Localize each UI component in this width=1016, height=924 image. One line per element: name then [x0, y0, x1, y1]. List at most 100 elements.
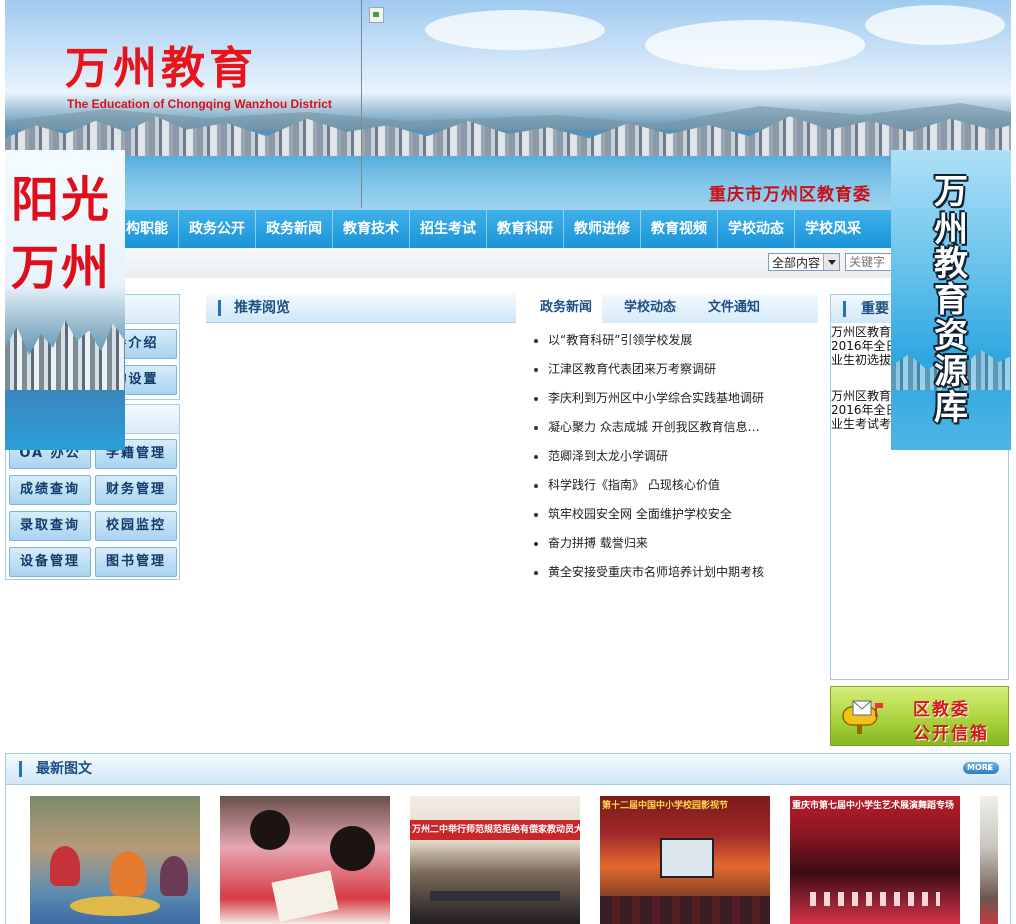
education-resource-ad[interactable]: 万 州 教 育 资 源 库	[891, 150, 1011, 450]
bullet-icon	[534, 454, 538, 459]
bullet-icon	[534, 367, 538, 372]
ad-right-char: 万	[934, 172, 968, 212]
news-item[interactable]: 江津区教育代表团来万考察调研	[534, 360, 716, 377]
news-item[interactable]: 科学践行《指南》 凸现核心价值	[534, 476, 720, 493]
news-item-label: 李庆利到万州区中小学综合实践基地调研	[548, 391, 765, 405]
news-item[interactable]: 凝心聚力 众志成城 开创我区教育信息…	[534, 418, 760, 435]
nav-item-functions[interactable]: 构职能	[116, 210, 179, 248]
banner-divider	[361, 0, 362, 208]
photo-figure	[660, 838, 714, 878]
photo-caption: 重庆市第七届中小学生艺术展演舞蹈专场	[792, 801, 955, 811]
site-logo-subtitle: The Education of Chongqing Wanzhou Distr…	[67, 97, 332, 111]
section-bar-icon	[843, 301, 846, 317]
news-item[interactable]: 李庆利到万州区中小学综合实践基地调研	[534, 389, 764, 406]
public-mailbox-banner[interactable]: 区教委 公开信箱	[830, 686, 1009, 746]
photo-figure	[271, 870, 339, 922]
bullet-icon	[534, 512, 538, 517]
news-item-label: 科学践行《指南》 凸现核心价值	[548, 478, 720, 492]
mailbox-icon	[842, 700, 883, 734]
search-scope-select[interactable]: 全部内容	[768, 253, 840, 271]
ad-right-char: 州	[934, 210, 968, 250]
tab-gov-news[interactable]: 政务新闻	[530, 294, 602, 325]
ad-right-char: 库	[934, 388, 968, 428]
news-item-label: 江津区教育代表团来万考察调研	[548, 362, 717, 376]
cloud-decoration	[865, 5, 1005, 45]
nav-item-research[interactable]: 教育科研	[487, 210, 564, 248]
campus-monitor-button[interactable]: 校园监控	[95, 511, 177, 541]
notice-title: 重要	[861, 301, 889, 317]
photo-figure	[330, 826, 375, 871]
news-item[interactable]: 奋力拼搏 载誉归来	[534, 534, 648, 551]
ad-right-char: 源	[934, 352, 968, 392]
bullet-icon	[534, 425, 538, 430]
broken-image-icon	[369, 7, 384, 23]
finance-button[interactable]: 财务管理	[95, 475, 177, 505]
nav-item-gov-news[interactable]: 政务新闻	[256, 210, 333, 248]
news-item[interactable]: 以“教育科研”引领学校发展	[534, 331, 692, 348]
photo-figure	[250, 810, 290, 850]
site-logo-title[interactable]: 万州教育	[65, 44, 257, 94]
bullet-icon	[534, 338, 538, 343]
news-item-label: 奋力拼搏 载誉归来	[548, 536, 648, 550]
more-button[interactable]: MORE	[963, 762, 999, 774]
tab-school-news[interactable]: 学校动态	[614, 294, 686, 323]
equipment-button[interactable]: 设备管理	[9, 547, 91, 577]
main-navigation: 构职能 政务公开 政务新闻 教育技术 招生考试 教育科研 教师进修 教育视频 学…	[5, 210, 1011, 248]
mailbox-label-line2: 公开信箱	[913, 724, 989, 744]
news-item-label: 以“教育科研”引领学校发展	[548, 333, 693, 347]
photos-header: 最新图文	[6, 754, 1010, 785]
news-photo[interactable]: 重庆市第七届中小学生艺术展演舞蹈专场	[790, 796, 960, 924]
news-item-label: 黄全安接受重庆市名师培养计划中期考核	[548, 565, 765, 579]
cloud-decoration	[425, 10, 605, 50]
recommended-title: 推荐阅览	[234, 300, 290, 316]
photo-figure	[110, 851, 146, 896]
nav-item-edu-video[interactable]: 教育视频	[641, 210, 718, 248]
photo-caption: 万州二中举行师范规范拒绝有偿家教动员大会	[410, 820, 580, 840]
news-item[interactable]: 范卿泽到太龙小学调研	[534, 447, 668, 464]
nav-item-gov-public[interactable]: 政务公开	[179, 210, 256, 248]
section-bar-icon	[19, 761, 22, 777]
bullet-icon	[534, 541, 538, 546]
news-photo[interactable]	[980, 796, 998, 924]
sunshine-wanzhou-ad[interactable]: 阳光 万州	[5, 150, 125, 450]
admission-query-button[interactable]: 录取查询	[9, 511, 91, 541]
ad-left-line2: 万州	[11, 240, 112, 296]
chevron-down-icon[interactable]	[823, 254, 839, 270]
nav-item-school-news[interactable]: 学校动态	[718, 210, 795, 248]
photos-title: 最新图文	[36, 761, 92, 777]
ad-right-char: 资	[934, 316, 968, 356]
bullet-icon	[534, 570, 538, 575]
photo-figure	[600, 896, 770, 924]
recommended-header: 推荐阅览	[206, 294, 516, 323]
ad-left-line1: 阳光	[11, 172, 112, 228]
section-bar-icon	[218, 300, 221, 316]
nav-item-edu-tech[interactable]: 教育技术	[333, 210, 410, 248]
photo-figure	[70, 896, 160, 916]
news-item[interactable]: 筑牢校园安全网 全面维护学校安全	[534, 505, 732, 522]
city-skyline-image	[5, 320, 125, 390]
photo-caption: 第十二届中国中小学校园影视节	[602, 801, 729, 811]
news-photo[interactable]: 万州二中举行师范规范拒绝有偿家教动员大会	[410, 796, 580, 924]
ad-right-char: 教	[934, 244, 968, 284]
photo-figure	[160, 856, 188, 896]
header-banner: 万州教育 The Education of Chongqing Wanzhou …	[5, 0, 1011, 210]
bullet-icon	[534, 396, 538, 401]
news-item-label: 凝心聚力 众志成城 开创我区教育信息…	[548, 420, 760, 434]
bullet-icon	[534, 483, 538, 488]
news-photo[interactable]: 第十二届中国中小学校园影视节	[600, 796, 770, 924]
photo-figure	[810, 892, 940, 906]
nav-item-enrollment[interactable]: 招生考试	[410, 210, 487, 248]
tab-file-notice[interactable]: 文件通知	[698, 294, 770, 323]
news-photo[interactable]	[30, 796, 200, 924]
nav-item-school-style[interactable]: 学校风采	[795, 210, 871, 248]
news-item-label: 范卿泽到太龙小学调研	[548, 449, 669, 463]
photo-figure	[50, 846, 80, 886]
nav-item-teacher-training[interactable]: 教师进修	[564, 210, 641, 248]
photo-figure	[430, 891, 560, 901]
news-item-label: 筑牢校园安全网 全面维护学校安全	[548, 507, 732, 521]
score-query-button[interactable]: 成绩查询	[9, 475, 91, 505]
library-button[interactable]: 图书管理	[95, 547, 177, 577]
news-photo[interactable]	[220, 796, 390, 924]
news-item[interactable]: 黄全安接受重庆市名师培养计划中期考核	[534, 563, 764, 580]
search-scope-value: 全部内容	[772, 256, 821, 270]
